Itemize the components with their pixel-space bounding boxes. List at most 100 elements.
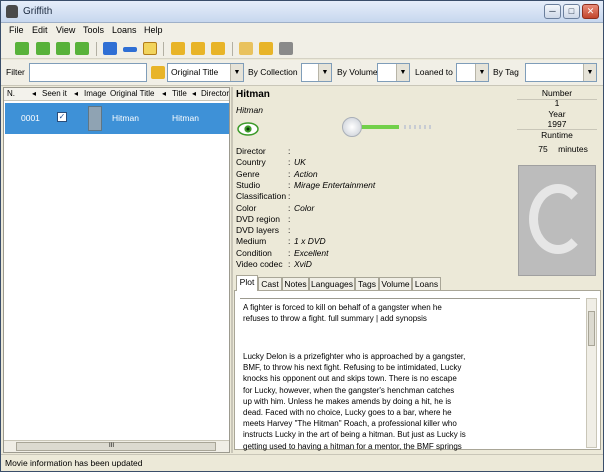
previous-icon[interactable] [36,42,50,55]
by-collection-select[interactable]: ▼ [301,63,332,82]
sort-arrow-icon: ◂ [162,89,167,98]
info-separator: : [288,179,291,190]
by-tag-select[interactable]: ▼ [525,63,597,82]
add-icon[interactable] [103,42,117,55]
plot-text-area[interactable]: A fighter is forced to kill on behalf of… [240,298,580,462]
info-separator: : [288,225,291,236]
tab-plot[interactable]: Plot [236,275,258,291]
tab-volume[interactable]: Volume [379,277,412,291]
toolbar-separator [163,42,164,56]
column-number[interactable]: N. [7,89,15,98]
info-key: DVD layers [236,225,279,236]
menu-edit[interactable]: Edit [32,25,48,35]
info-row: DVD layers: [236,225,436,236]
rating-knob[interactable] [342,117,362,137]
tab-tags[interactable]: Tags [355,277,379,291]
status-bar: Movie information has been updated [1,454,603,471]
clear-filter-icon[interactable] [151,66,165,79]
row-title: Hitman [172,113,199,123]
by-tag-label: By Tag [493,67,519,77]
menu-file[interactable]: File [9,25,24,35]
info-row: Director: [236,146,436,157]
runtime-unit: minutes [558,144,588,154]
filter-bar: Filter Original Title ▼ By Collection ▼ … [1,60,603,86]
status-text: Movie information has been updated [5,458,143,468]
toolbar-separator [96,42,97,56]
info-key: Medium [236,236,267,247]
column-seen-it[interactable]: Seen it [42,89,67,98]
last-icon[interactable] [75,42,89,55]
next-icon[interactable] [56,42,70,55]
info-row: Classification: [236,191,436,202]
export-icon[interactable] [279,42,293,55]
tab-cast[interactable]: Cast [258,277,282,291]
column-image[interactable]: Image [84,89,106,98]
info-value: 1 x DVD [294,236,326,247]
info-separator: : [288,168,291,179]
info-separator: : [288,236,291,247]
first-icon[interactable] [15,42,29,55]
info-value: Action [294,168,318,179]
tab-languages[interactable]: Languages [309,277,355,291]
maximize-button[interactable]: □ [563,4,580,19]
close-button[interactable]: ✕ [582,4,599,19]
column-title[interactable]: Title [172,89,187,98]
cover-image[interactable] [518,165,596,276]
filter-field-select[interactable]: Original Title ▼ [167,63,244,82]
loaned-to-label: Loaned to [415,67,453,77]
year-label: Year [548,109,566,119]
scrollbar-thumb[interactable] [588,311,595,346]
sort-arrow-icon: ◂ [192,89,197,98]
number-value: 1 [554,98,560,108]
pane-splitter[interactable] [231,87,233,453]
detail-tabs: Plot Cast Notes Languages Tags Volume Lo… [234,275,601,291]
info-key: Country [236,157,266,168]
filter-input[interactable] [29,63,147,82]
menu-tools[interactable]: Tools [83,25,104,35]
column-original-title[interactable]: Original Title [110,89,154,98]
plot-body: Lucky Delon is a prizefighter who is app… [243,352,466,462]
menu-help[interactable]: Help [144,25,163,35]
app-icon [6,5,18,18]
tab-notes[interactable]: Notes [282,277,309,291]
loaned-to-select[interactable]: ▼ [456,63,489,82]
info-separator: : [288,213,291,224]
chevron-down-icon: ▼ [583,64,596,81]
remove-icon[interactable] [123,47,137,52]
info-separator: : [288,191,291,202]
stamp-icon[interactable] [259,42,273,55]
tool-1-icon[interactable] [171,42,185,55]
chevron-down-icon: ▼ [475,64,488,81]
info-separator: : [288,247,291,258]
sort-arrow-icon: ◂ [32,89,37,98]
year-value: 1997 [547,119,567,129]
open-folder-icon[interactable] [239,42,253,55]
runtime-label: Runtime [541,130,573,140]
column-director[interactable]: Director [201,89,229,98]
menu-loans[interactable]: Loans [112,25,137,35]
tool-3-icon[interactable] [211,42,225,55]
minimize-button[interactable]: ─ [544,4,561,19]
tool-2-icon[interactable] [191,42,205,55]
seen-eye-icon[interactable] [237,122,259,136]
tab-loans[interactable]: Loans [412,277,441,291]
info-value: Excellent [294,247,329,258]
seen-it-checkbox[interactable]: ✓ [57,112,67,122]
info-separator: : [288,259,291,269]
movie-list[interactable]: N. ◂ Seen it ◂ Image Original Title ◂ Ti… [3,87,230,453]
scrollbar-grip: III [109,443,115,449]
toolbar-separator [232,42,233,56]
menu-view[interactable]: View [56,25,75,35]
vertical-scrollbar[interactable] [586,298,597,448]
menu-bar: File Edit View Tools Loans Help [1,23,603,39]
by-volume-select[interactable]: ▼ [377,63,410,82]
info-key: Color [236,202,257,213]
edit-icon[interactable] [143,42,157,55]
rating-slider[interactable] [342,117,437,137]
table-row[interactable]: 0001 ✓ Hitman Hitman [5,103,229,134]
movie-original-title: Hitman [236,105,263,115]
by-volume-label: By Volume [337,67,378,77]
horizontal-scrollbar[interactable]: III [4,440,229,452]
scrollbar-thumb[interactable]: III [16,442,216,451]
chevron-down-icon: ▼ [230,64,243,81]
